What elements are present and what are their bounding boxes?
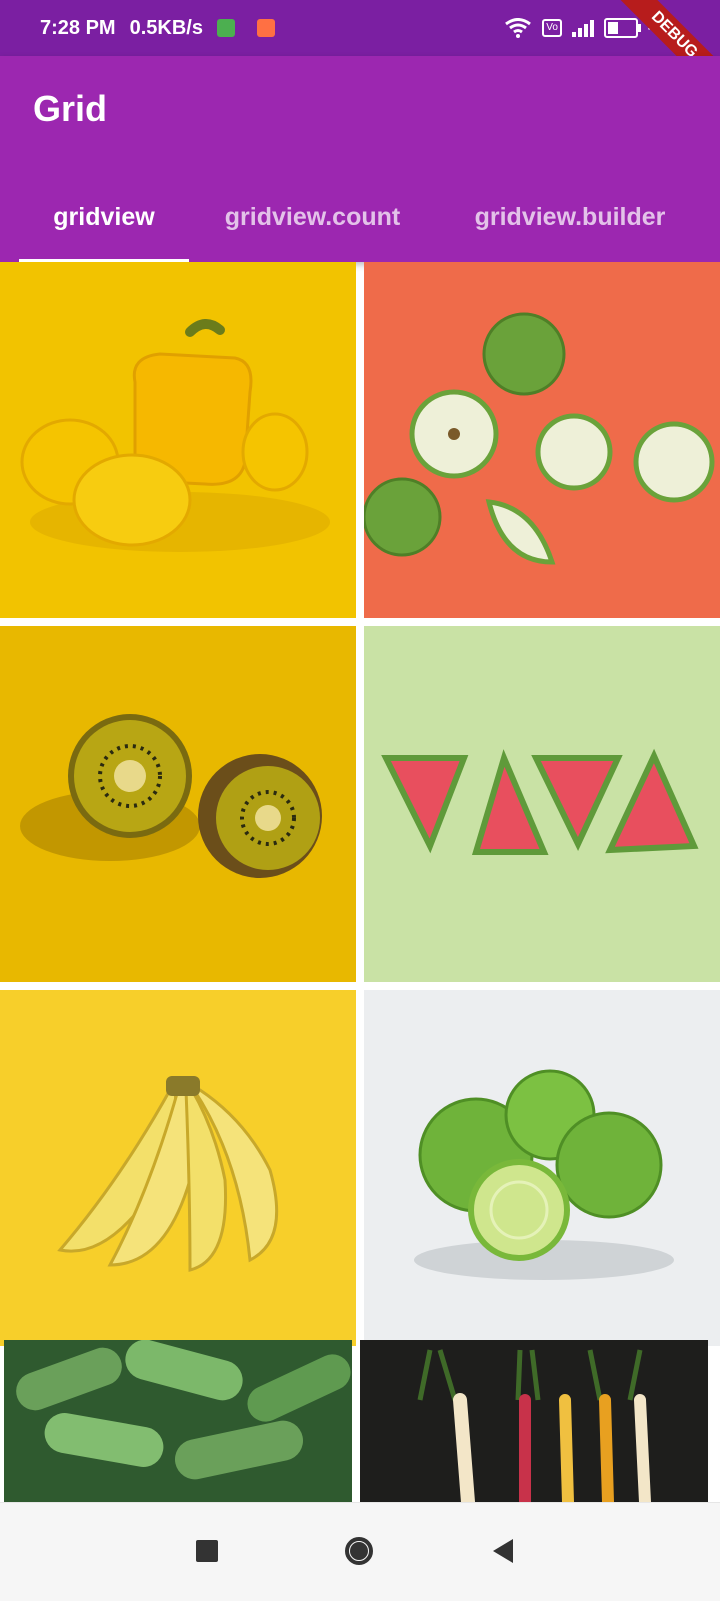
page-title: Grid (33, 88, 108, 129)
watermelon-image (364, 626, 720, 982)
kiwi-image (0, 626, 356, 982)
home-circle-icon (345, 1537, 373, 1565)
recents-button[interactable] (184, 1528, 230, 1574)
tab-gridview[interactable]: gridview (19, 172, 189, 262)
home-button[interactable] (336, 1528, 382, 1574)
status-bar: 7:28 PM 0.5KB/s Vo 47% DEBUG (0, 0, 720, 108)
grid-tile-watermelon[interactable] (364, 626, 720, 982)
grid-tile-cucumbers[interactable] (4, 1340, 352, 1502)
grid-tile-yellow-pepper[interactable] (0, 262, 356, 618)
carrots-image (360, 1340, 708, 1502)
grid-tile-bananas[interactable] (0, 990, 356, 1346)
tab-bar: gridview gridview.count gridview.builder (0, 172, 720, 262)
wifi-icon (505, 18, 532, 38)
video-icon (256, 19, 275, 37)
signal-icon (571, 19, 594, 37)
yellow-pepper-image (0, 262, 356, 618)
tab-gridview-builder[interactable]: gridview.builder (440, 172, 700, 262)
cucumbers-image (4, 1340, 352, 1502)
battery-icon (603, 18, 641, 38)
robot-icon (216, 19, 235, 37)
bananas-image (0, 990, 356, 1346)
tab-gridview-count[interactable]: gridview.count (205, 172, 420, 262)
grid-tile-green-apples[interactable] (364, 262, 720, 618)
recents-square-icon (196, 1540, 218, 1562)
image-grid[interactable] (0, 262, 720, 1502)
back-button[interactable] (480, 1528, 526, 1574)
volte-icon: Vo (542, 19, 562, 37)
system-nav-bar (0, 1502, 720, 1601)
grid-tile-carrots[interactable] (360, 1340, 708, 1502)
app-bar: Grid gridview gridview.count gridview.bu… (0, 56, 720, 262)
limes-image (364, 990, 720, 1346)
back-triangle-icon (493, 1539, 513, 1563)
green-apples-image (364, 262, 720, 618)
status-left: 7:28 PM 0.5KB/s (0, 17, 275, 40)
status-net-speed: 0.5KB/s (129, 16, 203, 39)
grid-tile-kiwi[interactable] (0, 626, 356, 982)
grid-tile-limes[interactable] (364, 990, 720, 1346)
status-time: 7:28 PM (40, 16, 116, 39)
